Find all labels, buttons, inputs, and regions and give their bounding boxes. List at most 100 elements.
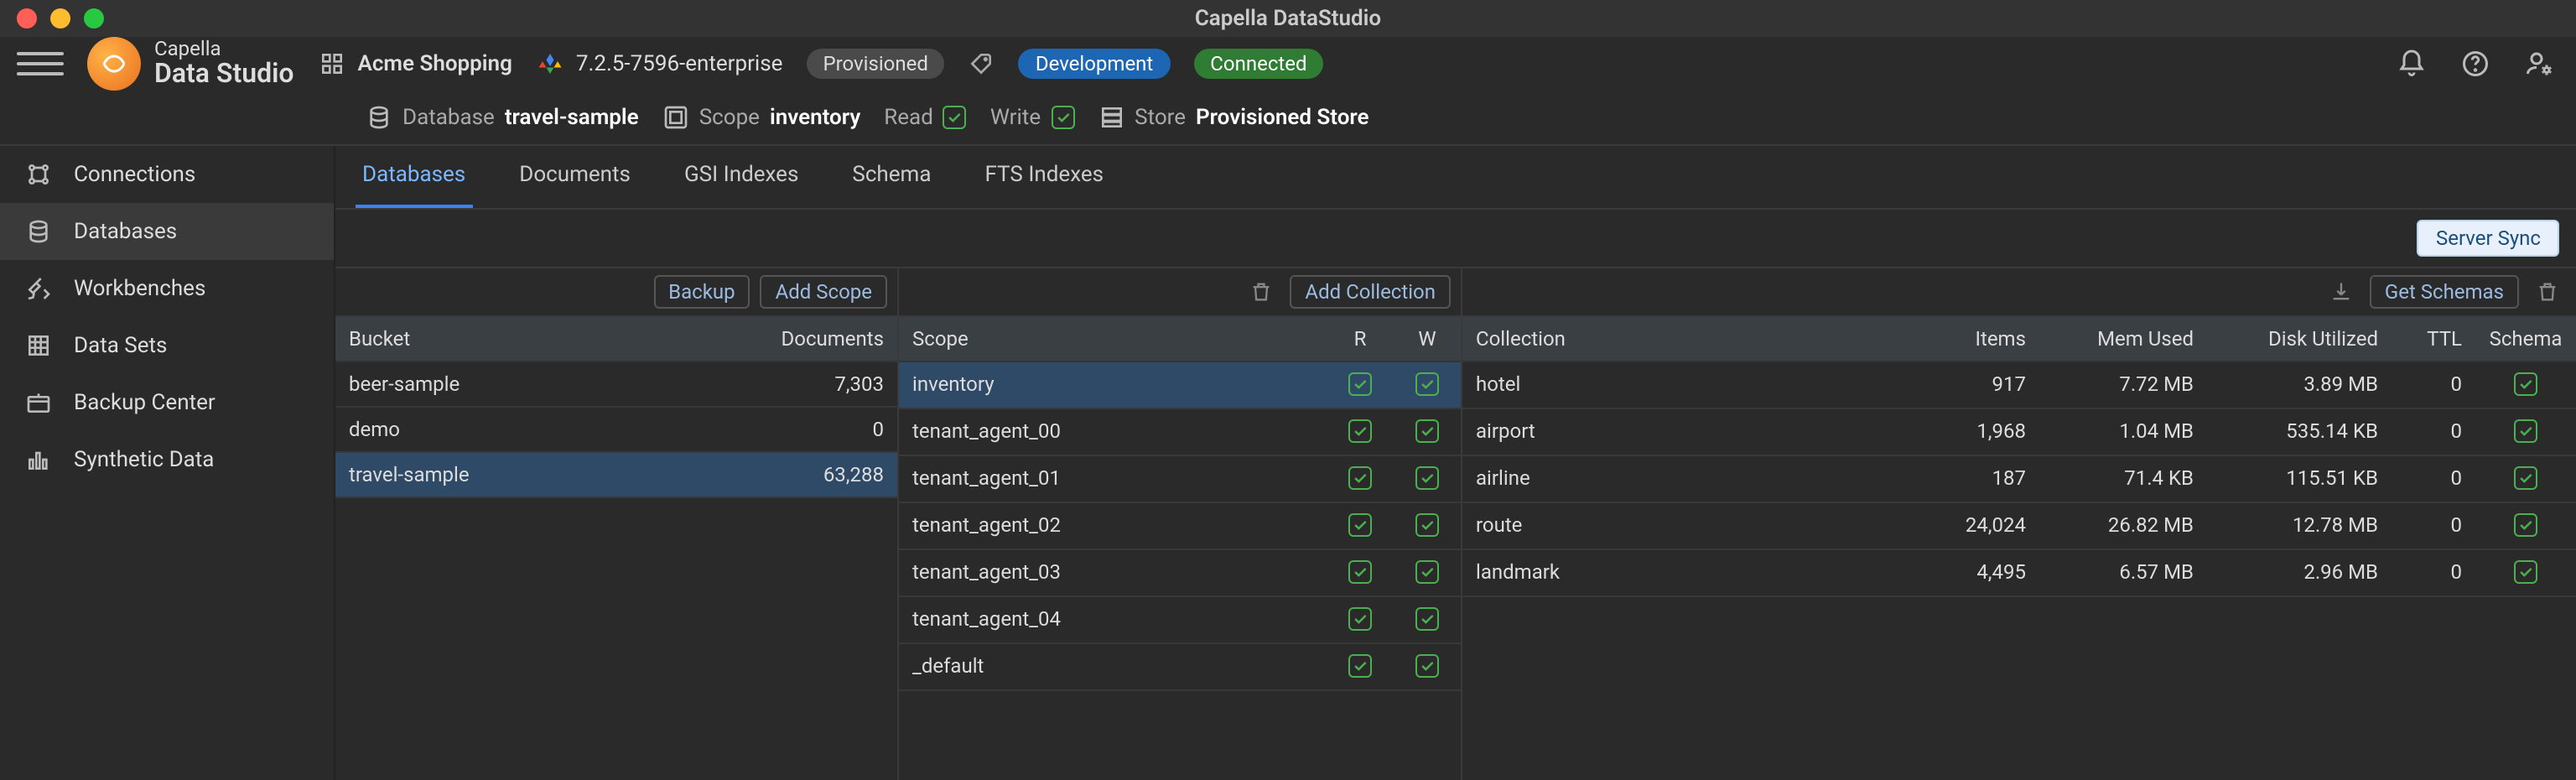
menu-button[interactable] [17, 52, 64, 75]
check-icon [1415, 372, 1439, 396]
bucket-row[interactable]: demo0 [335, 408, 897, 453]
scope-row[interactable]: tenant_agent_03 [899, 550, 1461, 597]
delete-scope-button[interactable] [1243, 277, 1280, 307]
bucket-name: demo [335, 408, 713, 451]
collection-row[interactable]: airline18771.4 KB115.51 KB0 [1462, 456, 2576, 503]
bucket-name: beer-sample [335, 362, 713, 406]
collection-disk: 115.51 KB [2207, 456, 2392, 502]
scope-name: inventory [899, 362, 1327, 408]
collection-items: 187 [1905, 456, 2039, 502]
version-block: 7.2.5-7596-enterprise [536, 49, 783, 79]
csv-icon [23, 330, 54, 361]
brand-logo-icon [87, 37, 141, 91]
write-check-icon [1051, 106, 1074, 129]
bucket-row[interactable]: beer-sample7,303 [335, 362, 897, 408]
collection-mem: 71.4 KB [2039, 456, 2207, 502]
collection-row[interactable]: hotel9177.72 MB3.89 MB0 [1462, 362, 2576, 409]
sidebar-item-databases[interactable]: Databases [0, 203, 334, 260]
scope-row[interactable]: _default [899, 644, 1461, 691]
add-collection-button[interactable]: Add Collection [1290, 275, 1451, 309]
scope-row[interactable]: inventory [899, 362, 1461, 409]
collection-col-header: Collection [1462, 317, 1905, 361]
check-icon [1348, 372, 1372, 396]
check-icon [2514, 560, 2537, 584]
env-pill: Development [1019, 49, 1170, 79]
notifications-button[interactable] [2392, 44, 2432, 84]
scope-name: tenant_agent_00 [899, 409, 1327, 455]
tab-gsi-indexes[interactable]: GSI Indexes [678, 146, 805, 208]
sidebar-item-synthetic-data[interactable]: Synthetic Data [0, 431, 334, 488]
tab-databases[interactable]: Databases [356, 146, 472, 208]
collection-row[interactable]: route24,02426.82 MB12.78 MB0 [1462, 503, 2576, 550]
scope-name: _default [899, 644, 1327, 689]
sidebar-item-label: Synthetic Data [74, 447, 214, 472]
server-sync-button[interactable]: Server Sync [2418, 220, 2559, 257]
header: Capella Data Studio Acme Shopping 7.2.5-… [0, 37, 2576, 146]
bucket-row[interactable]: travel-sample63,288 [335, 453, 897, 498]
w-col-header: W [1394, 317, 1461, 361]
tab-documents[interactable]: Documents [512, 146, 637, 208]
bucket-name: travel-sample [335, 453, 713, 497]
collection-ttl: 0 [2392, 550, 2475, 595]
scope-row[interactable]: tenant_agent_00 [899, 409, 1461, 456]
org-name[interactable]: Acme Shopping [358, 51, 512, 76]
documents-col-header: Documents [713, 317, 897, 361]
delete-collection-button[interactable] [2529, 277, 2566, 307]
collection-disk: 535.14 KB [2207, 409, 2392, 455]
synthetic-icon [23, 445, 54, 475]
items-col-header: Items [1905, 317, 2039, 361]
collection-disk: 12.78 MB [2207, 503, 2392, 549]
scope-col-header: Scope [899, 317, 1327, 361]
user-settings-button[interactable] [2519, 44, 2559, 84]
download-schema-button[interactable] [2323, 277, 2360, 307]
titlebar: Capella DataStudio [0, 0, 2576, 37]
collection-name: airport [1462, 409, 1905, 455]
check-icon [1415, 654, 1439, 678]
provisioned-pill: Provisioned [806, 49, 944, 79]
check-icon [1415, 419, 1439, 443]
sidebar-item-label: Data Sets [74, 333, 167, 358]
workbench-icon [23, 273, 54, 304]
scope-name: tenant_agent_04 [899, 597, 1327, 642]
collection-mem: 26.82 MB [2039, 503, 2207, 549]
sidebar-item-workbenches[interactable]: Workbenches [0, 260, 334, 317]
get-schemas-button[interactable]: Get Schemas [2370, 275, 2519, 309]
store-label: Store [1135, 105, 1186, 130]
collection-mem: 6.57 MB [2039, 550, 2207, 595]
collection-pane: Get Schemas Collection Items Mem Used Di… [1462, 268, 2576, 780]
scope-icon [662, 104, 689, 131]
backup-icon [23, 387, 54, 418]
mem-col-header: Mem Used [2039, 317, 2207, 361]
sidebar-item-connections[interactable]: Connections [0, 146, 334, 203]
help-button[interactable] [2455, 44, 2496, 84]
disk-col-header: Disk Utilized [2207, 317, 2392, 361]
collection-items: 917 [1905, 362, 2039, 408]
collection-ttl: 0 [2392, 456, 2475, 502]
collection-row[interactable]: landmark4,4956.57 MB2.96 MB0 [1462, 550, 2576, 597]
scope-name: tenant_agent_02 [899, 503, 1327, 549]
sidebar-item-backup-center[interactable]: Backup Center [0, 374, 334, 431]
sidebar-item-data-sets[interactable]: Data Sets [0, 317, 334, 374]
collection-items: 24,024 [1905, 503, 2039, 549]
bucket-docs: 7,303 [713, 362, 897, 406]
scope-row[interactable]: tenant_agent_04 [899, 597, 1461, 644]
brand: Capella Data Studio [87, 37, 294, 91]
read-label: Read [884, 105, 933, 130]
scope-row[interactable]: tenant_agent_01 [899, 456, 1461, 503]
sidebar-item-label: Backup Center [74, 390, 216, 415]
check-icon [1415, 513, 1439, 537]
add-scope-button[interactable]: Add Scope [761, 275, 887, 309]
database-label: Database [402, 105, 495, 130]
collection-ttl: 0 [2392, 362, 2475, 408]
collection-items: 1,968 [1905, 409, 2039, 455]
brand-line2: Data Studio [154, 60, 294, 89]
backup-button[interactable]: Backup [653, 275, 750, 309]
check-icon [1415, 607, 1439, 631]
collection-items: 4,495 [1905, 550, 2039, 595]
scope-row[interactable]: tenant_agent_02 [899, 503, 1461, 550]
scope-pane: Add Collection Scope R W inventorytenant… [899, 268, 1462, 780]
tab-fts-indexes[interactable]: FTS Indexes [979, 146, 1111, 208]
collection-row[interactable]: airport1,9681.04 MB535.14 KB0 [1462, 409, 2576, 456]
scope-label: Scope [699, 105, 760, 130]
tab-schema[interactable]: Schema [845, 146, 937, 208]
